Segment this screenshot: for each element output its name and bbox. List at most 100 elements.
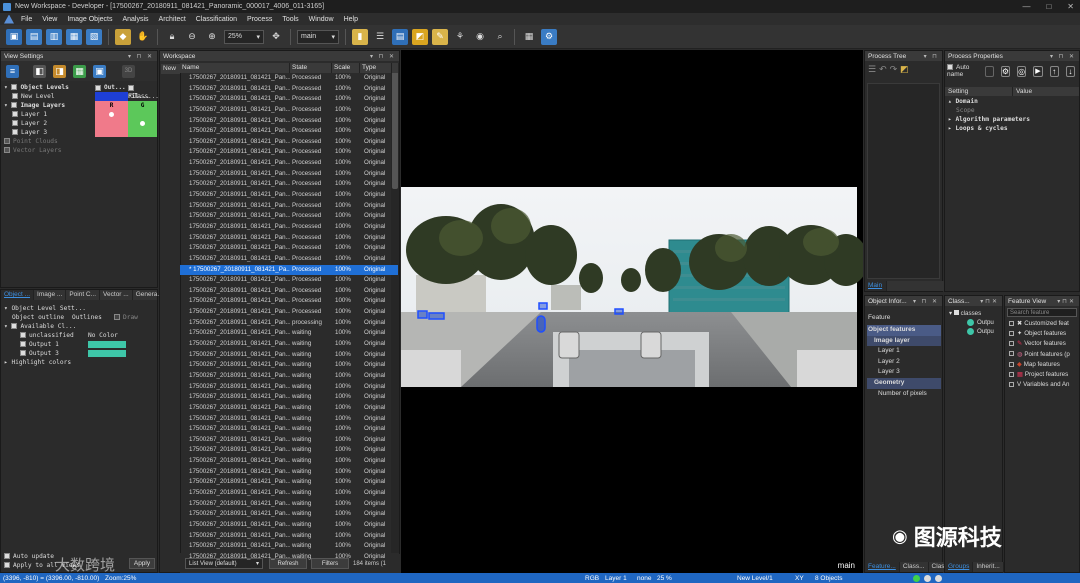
table-row[interactable]: 17500267_20180911_081421_Pan... Processed… — [180, 233, 398, 244]
col-name[interactable]: Name — [180, 63, 290, 73]
table-row[interactable]: 17500267_20180911_081421_Pan... waiting 10… — [180, 456, 398, 467]
table-row[interactable]: 17500267_20180911_081421_Pan... waiting 10… — [180, 371, 398, 382]
view-mode-2-icon[interactable]: ◨ — [53, 64, 66, 78]
export-icon[interactable]: ▦ — [66, 28, 82, 45]
hand-pan-icon[interactable]: ✋ — [135, 29, 151, 45]
feature-item[interactable]: Image layer — [867, 335, 941, 347]
menu-view[interactable]: View — [37, 16, 62, 23]
col-scale[interactable]: Scale — [332, 63, 360, 73]
menu-analysis[interactable]: Analysis — [117, 16, 153, 23]
feature-group-item[interactable]: ✦ Object features — [1009, 329, 1079, 339]
table-row[interactable]: 17500267_20180911_081421_Pan... Processed… — [180, 137, 398, 148]
col-state[interactable]: State — [290, 63, 332, 73]
pp-run-icon[interactable]: ▶ — [1033, 65, 1043, 77]
available-class-item[interactable]: Output 3 — [4, 349, 157, 358]
outlines-value[interactable]: Outlines — [72, 313, 114, 322]
table-row[interactable]: 17500267_20180911_081421_Pan... Processed… — [180, 190, 398, 201]
table-row[interactable]: 17500267_20180911_081421_Pan... waiting 10… — [180, 360, 398, 371]
table-row[interactable]: 17500267_20180911_081421_Pan... Processed… — [180, 296, 398, 307]
table-row[interactable]: 17500267_20180911_081421_Pan... Processed… — [180, 94, 398, 105]
3d-badge[interactable]: 3D — [122, 64, 135, 78]
save-project-icon[interactable]: ▥ — [46, 28, 62, 45]
view-mode-3-icon[interactable]: ▦ — [73, 64, 86, 78]
view-list-icon[interactable]: ≡ — [6, 64, 19, 78]
feature-group-item[interactable]: ✎ Vector features — [1009, 339, 1079, 349]
pp-loops-cycles[interactable]: ▸ Loops & cycles — [948, 124, 1079, 133]
table-row[interactable]: 17500267_20180911_081421_Pan... waiting 10… — [180, 392, 398, 403]
view-mode-1-icon[interactable]: ◧ — [33, 64, 46, 78]
analysis-icon[interactable]: ⚘ — [452, 29, 468, 45]
classes-root[interactable]: ▾ classes — [949, 309, 1002, 318]
table-row[interactable]: 17500267_20180911_081421_Pan... Processed… — [180, 201, 398, 212]
settings-icon[interactable]: ⚙ — [541, 28, 557, 45]
lock-icon[interactable]: 🔒︎ — [164, 29, 180, 45]
classify-icon[interactable]: ◩ — [412, 28, 428, 45]
redo-icon[interactable]: ↷ — [890, 64, 898, 75]
import-icon[interactable]: ▧ — [86, 28, 102, 45]
tab-class-1[interactable]: Class... — [900, 562, 929, 572]
table-row[interactable]: 17500267_20180911_081421_Pan... waiting 10… — [180, 541, 398, 552]
zoom-in-icon[interactable]: ⊕ — [204, 29, 220, 45]
map-select[interactable]: main ▾ — [297, 29, 339, 44]
layer2-g-cell[interactable] — [128, 119, 157, 128]
table-row[interactable]: 17500267_20180911_081421_Pan... Processed… — [180, 169, 398, 180]
table-row[interactable]: 17500267_20180911_081421_Pan... Processed… — [180, 211, 398, 222]
table-row[interactable]: 17500267_20180911_081421_Pan... Processed… — [180, 243, 398, 254]
table-row[interactable]: 17500267_20180911_081421_Pan... Processed… — [180, 179, 398, 190]
table-row[interactable]: * 17500267_20180911_081421_Pa... Processe… — [180, 264, 398, 276]
table-row[interactable]: 17500267_20180911_081421_Pan... Processed… — [180, 254, 398, 265]
open-project-icon[interactable]: ▤ — [26, 28, 42, 45]
layer2-r-cell[interactable] — [95, 119, 128, 128]
class-output-1[interactable]: Outpu — [949, 318, 1002, 327]
feature-group-item[interactable]: ✖ Customized feat — [1009, 319, 1079, 329]
process-tree-area[interactable] — [867, 83, 940, 279]
table-row[interactable]: 17500267_20180911_081421_Pan... Processed… — [180, 222, 398, 233]
available-class-item[interactable]: unclassified No Color — [4, 331, 157, 340]
table-row[interactable]: 17500267_20180911_081421_Pan... Processed… — [180, 116, 398, 127]
grid-icon[interactable]: ▦ — [521, 29, 537, 45]
crosshair-icon[interactable]: ✥ — [268, 29, 284, 45]
outline-color-swatch[interactable] — [95, 92, 128, 101]
pp-down-icon[interactable]: ↓ — [1065, 65, 1076, 77]
table-row[interactable]: 17500267_20180911_081421_Pan... waiting 10… — [180, 520, 398, 531]
view-tree-item[interactable]: Point Clouds — [4, 137, 157, 146]
tab-inheritance[interactable]: Inherit... — [973, 562, 1004, 572]
pp-scope[interactable]: Scope — [948, 106, 1079, 115]
pp-up-icon[interactable]: ↑ — [1049, 65, 1059, 77]
table-row[interactable]: 17500267_20180911_081421_Pan... waiting 10… — [180, 509, 398, 520]
pp-algorithm-parameters[interactable]: ▸ Algorithm parameters — [948, 115, 1079, 124]
pp-settings-icon[interactable]: ⚙ — [1000, 65, 1011, 77]
table-row[interactable]: 17500267_20180911_081421_Pan... Processed… — [180, 126, 398, 137]
layer3-r-cell[interactable] — [95, 128, 128, 137]
table-row[interactable]: 17500267_20180911_081421_Pan... waiting 10… — [180, 414, 398, 425]
table-row[interactable]: 17500267_20180911_081421_Pan... waiting 10… — [180, 339, 398, 350]
tab-feature[interactable]: Feature... — [865, 562, 900, 572]
feature-group-item[interactable]: ◆ Map features — [1009, 360, 1079, 370]
maximize-button[interactable]: □ — [1046, 0, 1051, 13]
table-row[interactable]: 17500267_20180911_081421_Pan... waiting 10… — [180, 552, 398, 563]
table-row[interactable]: 17500267_20180911_081421_Pan... Processed… — [180, 84, 398, 95]
table-row[interactable]: 17500267_20180911_081421_Pan... waiting 10… — [180, 488, 398, 499]
class-output-2[interactable]: Outpu — [949, 327, 1002, 336]
table-row[interactable]: 17500267_20180911_081421_Pan... processin… — [180, 318, 398, 329]
table-row[interactable]: 17500267_20180911_081421_Pan... waiting 10… — [180, 499, 398, 510]
menu-file[interactable]: File — [16, 16, 37, 23]
highlight-colors-row[interactable]: ▸ Highlight colors — [4, 358, 157, 367]
table-row[interactable]: 17500267_20180911_081421_Pan... waiting 10… — [180, 403, 398, 414]
table-row[interactable]: 17500267_20180911_081421_Pan... waiting 10… — [180, 531, 398, 542]
tab-groups[interactable]: Groups — [945, 562, 974, 572]
new-project-icon[interactable]: ▣ — [6, 28, 22, 45]
table-row[interactable]: 17500267_20180911_081421_Pan... waiting 10… — [180, 445, 398, 456]
zoom-select[interactable]: 25% ▾ — [224, 29, 264, 44]
tab-vector[interactable]: Vector ... — [100, 290, 133, 300]
pp-domain[interactable]: ▴ Domain — [948, 97, 1079, 106]
edit-class-icon[interactable]: ✎ — [432, 28, 448, 45]
draw-option[interactable]: Draw — [114, 313, 138, 322]
layer1-r-cell[interactable] — [95, 110, 128, 119]
workspace-root-node[interactable]: New — [161, 64, 180, 74]
menu-help[interactable]: Help — [339, 16, 363, 23]
minimize-button[interactable]: — — [1022, 0, 1030, 13]
table-row[interactable]: 17500267_20180911_081421_Pan... waiting 10… — [180, 382, 398, 393]
table-row[interactable]: 17500267_20180911_081421_Pan... Processed… — [180, 275, 398, 286]
table-row[interactable]: 17500267_20180911_081421_Pan... Processed… — [180, 286, 398, 297]
